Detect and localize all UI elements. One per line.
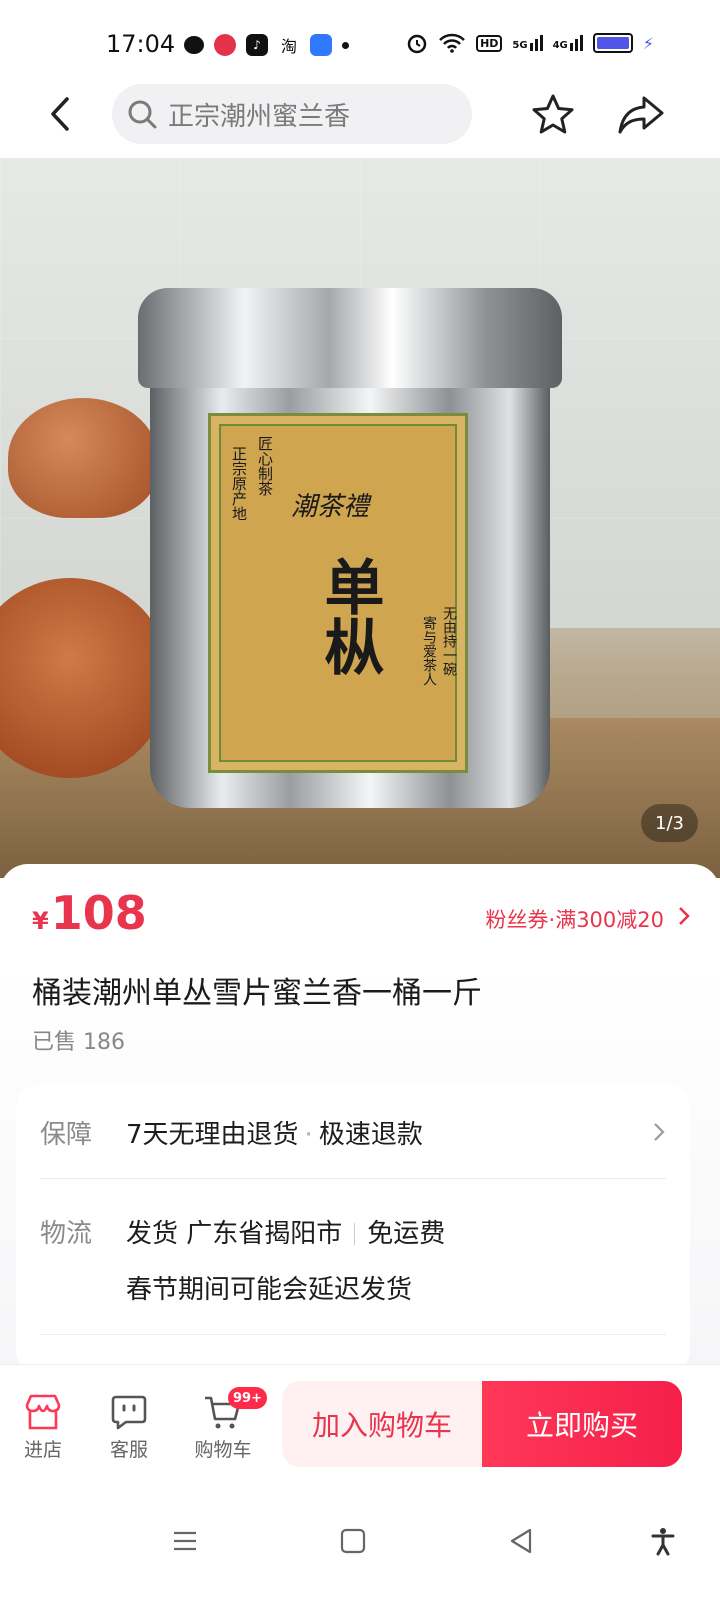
status-app-icons: ♪ 淘 [184,34,349,56]
product-title: 桶装潮州单丛雪片蜜兰香一桶一斤 [32,976,482,1011]
shipping-notice: 春节期间可能会延迟发货 [126,1275,413,1305]
back-nav-icon[interactable] [506,1526,536,1556]
cart-label: 购物车 [194,1439,252,1461]
home-icon[interactable] [338,1526,368,1556]
taobao-icon: 淘 [280,37,297,56]
status-bar: 17:04 ♪ 淘 HD 5G 4G ⚡ [0,0,720,90]
guarantee-separator: · [304,1120,313,1150]
buy-now-button[interactable]: 立即购买 [482,1381,682,1467]
tea-can-lid [138,288,562,388]
menu-icon[interactable] [170,1526,200,1556]
back-button[interactable] [40,92,80,136]
logistics-text: 发货 广东省揭阳市 免运费 [126,1213,445,1250]
price-value: 108 [50,886,147,940]
status-indicators: HD 5G 4G ⚡ [406,32,654,54]
search-text: 正宗潮州蜜兰香 [168,101,351,132]
alarm-icon [407,34,427,54]
guarantee-text: 7天无理由退货 · 极速退款 [126,1114,423,1151]
chat-icon [111,1395,147,1430]
sold-count: 已售 186 [32,1030,125,1055]
share-button[interactable] [616,92,666,138]
service-card: 保障 7天无理由退货 · 极速退款 物流 发货 广东省揭阳市 免运费 春节期间可能会延… [16,1084,690,1374]
guarantee-refund: 极速退款 [318,1120,423,1150]
search-icon [128,100,157,129]
accessibility-icon[interactable] [648,1526,678,1556]
tiktok-icon: ♪ [246,34,268,56]
product-info: ¥ 108 粉丝券·满300减20 桶装潮州单丛雪片蜜兰香一桶一斤 已售 186… [0,864,720,1374]
wechat-icon [184,36,204,54]
service-label: 客服 [109,1439,148,1461]
signal-5g-icon: 5G [512,35,543,51]
clay-teapot [8,398,158,518]
notification-dot-icon [342,41,349,49]
divider [40,1334,666,1335]
gallery-counter: 1/3 [641,804,698,842]
cart-tab[interactable]: 99+ 购物车 [188,1387,267,1462]
search-bar[interactable]: 正宗潮州蜜兰香 [112,84,472,144]
status-time: 17:04 [106,30,176,58]
charging-icon: ⚡ [642,33,654,53]
coupon-link[interactable]: 粉丝券·满300减20 [486,904,664,934]
share-icon [618,96,664,134]
guarantee-return: 7天无理由退货 [126,1120,299,1150]
battery-icon [592,33,633,53]
guarantee-label: 保障 [40,1120,93,1150]
label-main: 单枞 [314,556,384,676]
hd-indicator: HD [476,34,503,52]
store-icon [25,1394,61,1430]
shipping-fee: 免运费 [367,1219,446,1249]
store-tab[interactable]: 进店 [8,1393,78,1462]
label-brand: 潮茶禮 [291,492,370,522]
chevron-right-icon [654,1123,665,1141]
price: ¥ 108 [32,886,147,940]
shield-app-icon [310,34,332,56]
label-left-col1: 正宗原产地 [230,446,248,521]
logistics-label: 物流 [40,1219,93,1249]
store-label: 进店 [23,1439,62,1461]
product-image[interactable]: 正宗原产地 匠心制茶 潮茶禮 单枞 无由持一碗 寄与爱茶人 1/3 [0,158,720,878]
service-tab[interactable]: 客服 [94,1393,164,1462]
label-left-col2: 匠心制茶 [256,436,274,496]
guarantee-row[interactable]: 保障 7天无理由退货 · 极速退款 [16,1084,690,1178]
star-icon [532,94,574,134]
chevron-right-icon [679,907,690,925]
signal-4g-icon: 4G [553,35,583,51]
app-badge-icon [214,34,236,56]
ship-from: 发货 广东省揭阳市 [126,1219,343,1249]
currency-symbol: ¥ [32,907,49,935]
vertical-divider [354,1223,356,1245]
top-nav: 正宗潮州蜜兰香 [0,78,720,154]
cart-badge: 99+ [228,1387,267,1409]
wifi-icon [439,33,465,53]
tea-label: 正宗原产地 匠心制茶 潮茶禮 单枞 无由持一碗 寄与爱茶人 [208,413,468,773]
add-to-cart-button[interactable]: 加入购物车 [282,1381,482,1467]
chevron-left-icon [51,97,69,131]
label-right-col2: 寄与爱茶人 [421,616,437,686]
system-nav-bar [0,1486,720,1600]
logistics-row[interactable]: 物流 发货 广东省揭阳市 免运费 春节期间可能会延迟发货 [16,1179,690,1334]
bottom-action-bar: 进店 客服 99+ 购物车 加入购物车 立即购买 [0,1364,720,1486]
label-right-col1: 无由持一碗 [441,606,457,676]
favorite-button[interactable] [530,92,576,138]
